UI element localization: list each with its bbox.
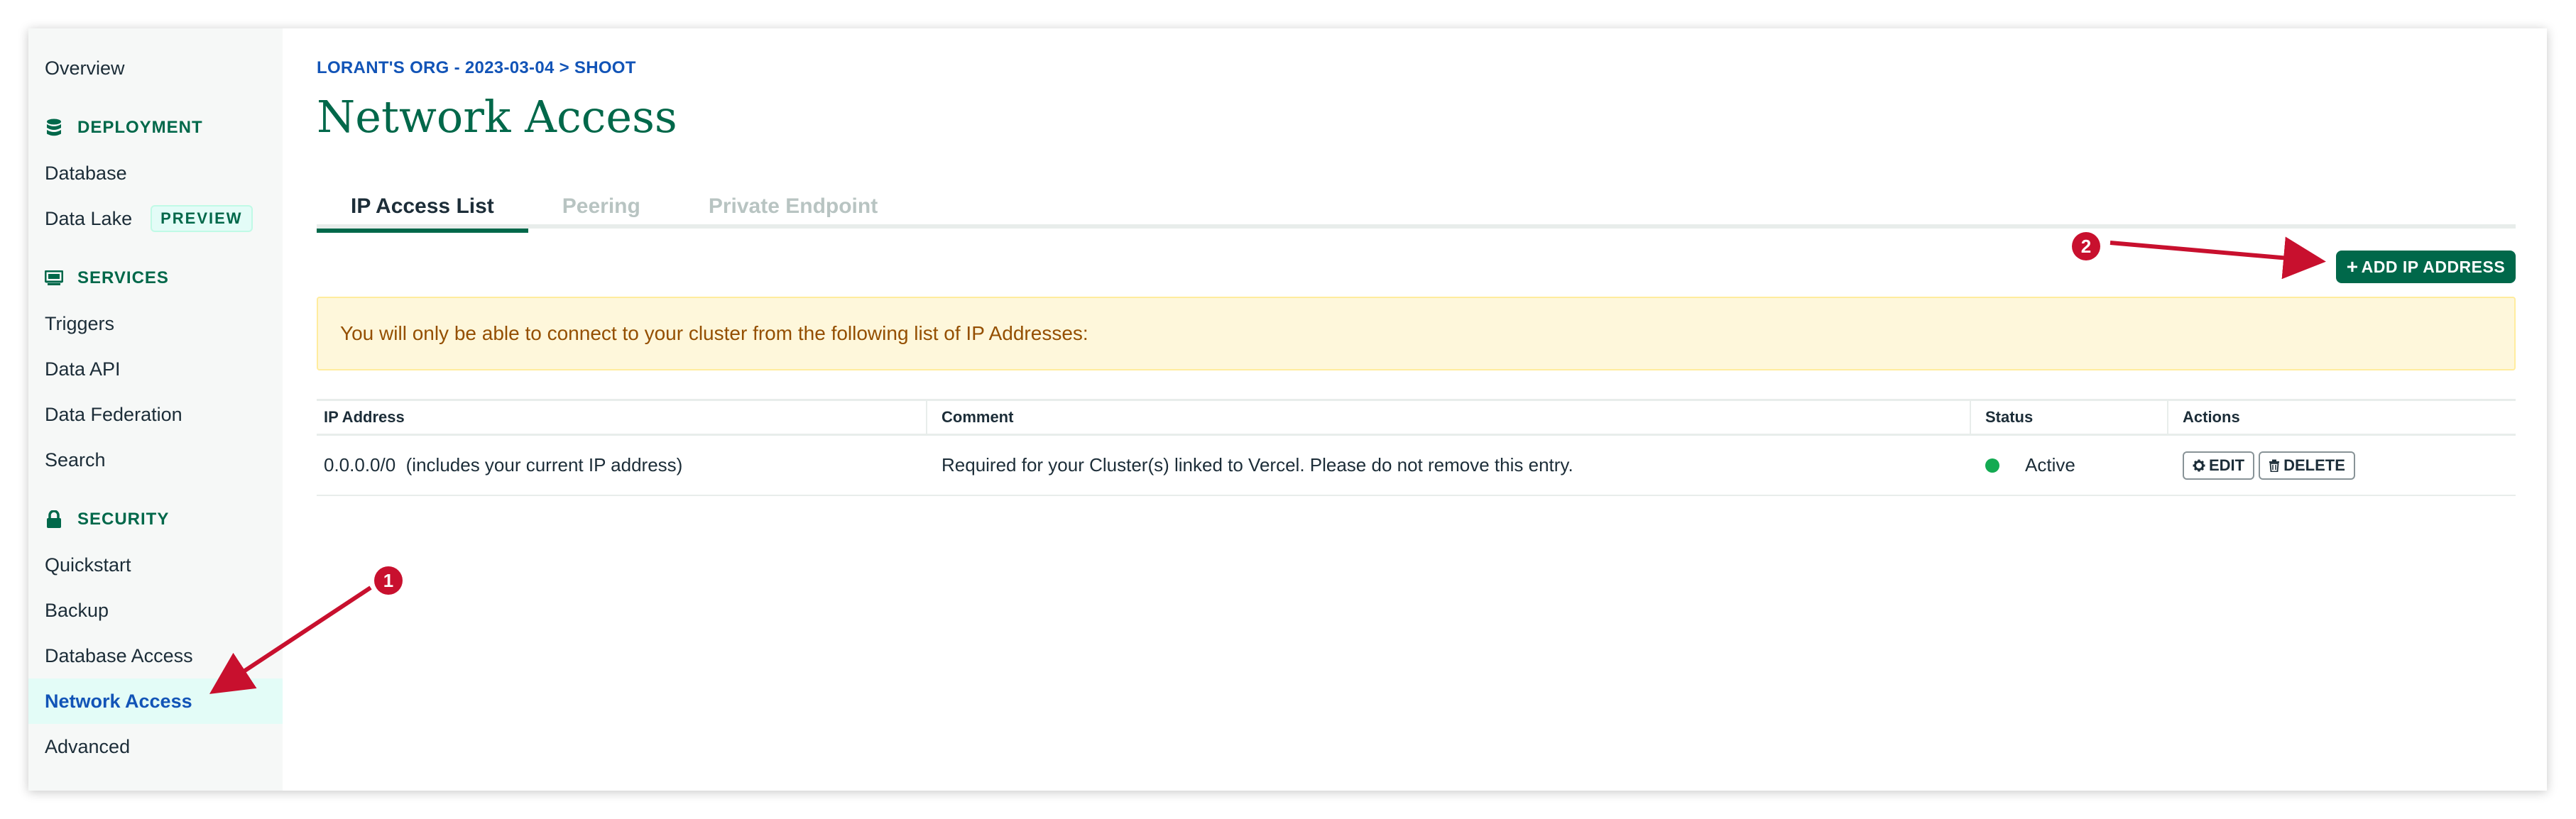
ip-address-cell: 0.0.0.0/0 (includes your current IP addr… [324, 454, 683, 476]
sidebar-item-search[interactable]: Search [28, 437, 283, 483]
plus-icon: + [2346, 255, 2359, 277]
main-content: LORANT'S ORG - 2023-03-04 > SHOOT Networ… [283, 28, 2547, 791]
tab-private-endpoint[interactable]: Private Endpoint [675, 185, 912, 229]
lock-icon [45, 510, 63, 529]
sidebar-item-quickstart[interactable]: Quickstart [28, 542, 283, 588]
tab-bar: IP Access List Peering Private Endpoint [317, 185, 2516, 233]
app-window: Overview DEPLOYMENT Database Data Lake P… [28, 28, 2547, 791]
sidebar-item-label: Data Lake [45, 207, 133, 229]
annotation-marker-1: 1 [374, 566, 403, 595]
sidebar-item-database[interactable]: Database [28, 150, 283, 196]
section-deployment-title: DEPLOYMENT [77, 118, 203, 137]
sidebar-item-data-api[interactable]: Data API [28, 346, 283, 392]
preview-badge: PREVIEW [151, 205, 253, 232]
add-ip-address-button[interactable]: + ADD IP ADDRESS [2336, 251, 2516, 283]
column-header-actions: Actions [2183, 408, 2240, 426]
table-header: IP Address Comment Status Actions [317, 399, 2516, 436]
sidebar-item-triggers[interactable]: Triggers [28, 301, 283, 346]
sidebar-item-backup[interactable]: Backup [28, 588, 283, 633]
status-dot-icon [1985, 458, 1999, 473]
section-services: SERVICES [28, 255, 283, 301]
section-security: SECURITY [28, 497, 283, 542]
database-icon [45, 119, 63, 137]
status-cell: Active [1971, 436, 2168, 495]
sidebar-item-data-lake[interactable]: Data Lake PREVIEW [28, 196, 283, 241]
sidebar-item-data-federation[interactable]: Data Federation [28, 392, 283, 437]
breadcrumb[interactable]: LORANT'S ORG - 2023-03-04 > SHOOT [317, 58, 636, 78]
column-header-status: Status [1971, 401, 2168, 434]
annotation-marker-2: 2 [2072, 232, 2100, 260]
section-services-title: SERVICES [77, 268, 169, 287]
table-row: 0.0.0.0/0 (includes your current IP addr… [317, 436, 2516, 496]
tab-peering[interactable]: Peering [528, 185, 675, 229]
column-header-comment: Comment [927, 401, 1971, 434]
banner-text: You will only be able to connect to your… [340, 322, 1088, 344]
delete-label: DELETE [2283, 456, 2345, 474]
tab-ip-access-list[interactable]: IP Access List [317, 185, 528, 233]
sidebar-item-advanced[interactable]: Advanced [28, 724, 283, 769]
sidebar-item-overview[interactable]: Overview [28, 45, 283, 91]
sidebar: Overview DEPLOYMENT Database Data Lake P… [28, 28, 283, 791]
trash-icon [2269, 459, 2280, 472]
edit-label: EDIT [2209, 456, 2245, 474]
status-label: Active [2025, 454, 2075, 476]
delete-button[interactable]: DELETE [2259, 451, 2355, 480]
ip-access-table: IP Address Comment Status Actions 0.0.0.… [317, 399, 2516, 496]
info-banner: You will only be able to connect to your… [317, 297, 2516, 370]
actions-cell: EDIT DELETE [2168, 436, 2516, 495]
sidebar-item-network-access[interactable]: Network Access [28, 678, 283, 724]
section-security-title: SECURITY [77, 510, 170, 529]
column-header-ip-address: IP Address [317, 401, 927, 434]
section-deployment: DEPLOYMENT [28, 105, 283, 150]
add-ip-address-label: ADD IP ADDRESS [2361, 257, 2506, 276]
edit-button[interactable]: EDIT [2183, 451, 2255, 480]
page-title: Network Access [317, 91, 677, 143]
sidebar-item-database-access[interactable]: Database Access [28, 633, 283, 678]
monitor-icon [45, 269, 63, 287]
comment-cell: Required for your Cluster(s) linked to V… [942, 454, 1573, 476]
gear-icon [2193, 459, 2205, 471]
